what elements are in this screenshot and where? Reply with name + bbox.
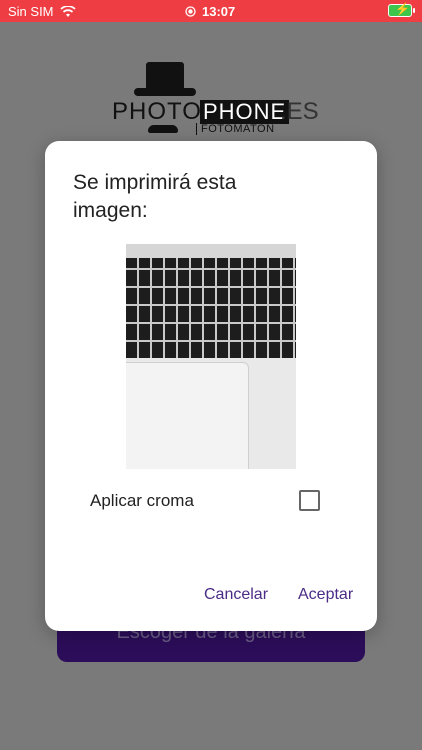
status-bar: Sin SIM 13:07 ⚡ (0, 0, 422, 22)
hat-icon (146, 62, 184, 90)
preview-trackpad (126, 362, 249, 469)
record-icon (185, 6, 196, 17)
preview-laptop-edge (126, 244, 296, 258)
dialog-title: Se imprimirá esta imagen: (73, 171, 237, 222)
cancel-button[interactable]: Cancelar (204, 586, 268, 604)
logo-phone-text: PHONE (200, 100, 290, 124)
carrier-label: Sin SIM (8, 4, 54, 19)
logo-photo-text: PHOTO (112, 98, 202, 125)
preview-keyboard (126, 258, 296, 358)
status-right: ⚡ (388, 2, 415, 17)
status-center: 13:07 (185, 4, 235, 19)
logo-es-text: .ES (280, 98, 319, 125)
logo-subtitle: FOTOMATON (196, 123, 275, 135)
accept-button[interactable]: Aceptar (298, 586, 353, 604)
clock: 13:07 (202, 4, 236, 19)
photophone-logo: PHOTO PHONE .ES FOTOMATON (112, 62, 319, 142)
battery-charging-icon: ⚡ (388, 2, 415, 17)
croma-checkbox[interactable] (299, 490, 320, 511)
image-preview (126, 244, 296, 469)
wifi-icon (59, 5, 76, 17)
mustache-icon (148, 125, 178, 133)
print-dialog: Se imprimirá esta imagen: Aplicar croma … (45, 141, 377, 631)
croma-label: Aplicar croma (90, 491, 194, 510)
hat-brim (134, 88, 196, 96)
status-left: Sin SIM (8, 4, 76, 19)
